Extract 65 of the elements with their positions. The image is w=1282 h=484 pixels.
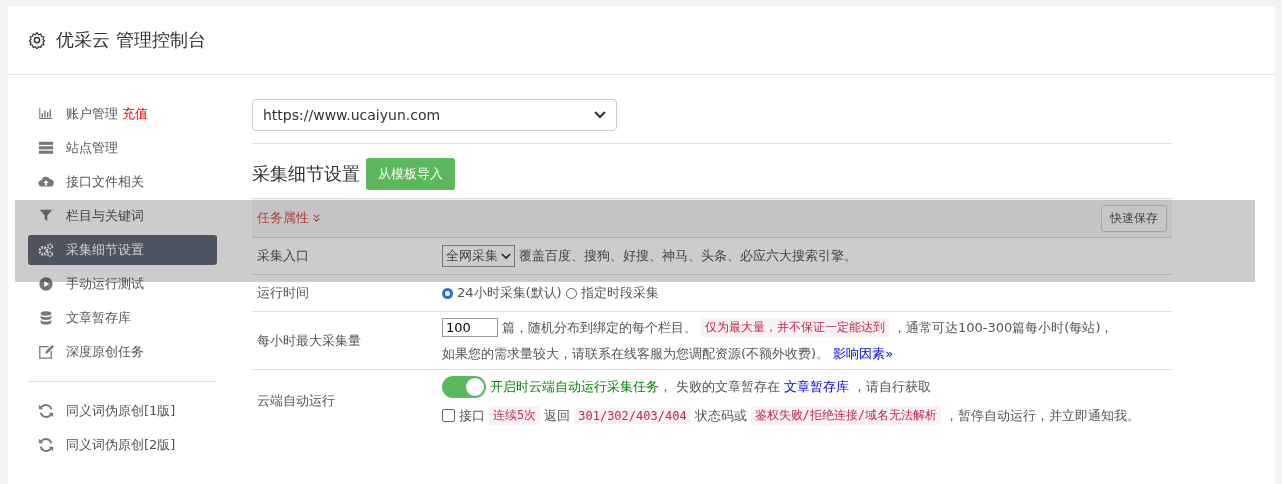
sidebar-item[interactable]: 同义词伪原创[2版] — [28, 430, 217, 460]
highlight-text: 仅为最大量，并不保证一定能达到 — [701, 318, 889, 337]
sidebar-item[interactable]: 栏目与关键词 — [28, 201, 217, 231]
sidebar-item[interactable]: 站点管理 — [28, 133, 217, 163]
database-icon — [38, 310, 54, 326]
sidebar-item[interactable]: 账户管理 充值 — [28, 99, 217, 129]
radio-label: 指定时段采集 — [580, 284, 659, 302]
section-title: 采集细节设置 — [252, 162, 360, 186]
help-text: 返回 — [544, 406, 571, 425]
refresh-icon — [38, 437, 54, 453]
help-text: ，暂停自动运行，并立即通知我。 — [945, 406, 1141, 425]
site-select[interactable]: https://www.ucaiyun.com — [252, 99, 617, 131]
checkbox[interactable] — [442, 409, 455, 422]
help-text: ，请自行获取 — [853, 378, 931, 396]
highlight-text: 301/302/403/404 — [574, 407, 691, 424]
help-text: 篇，随机分布到绑定的每个栏目。 — [502, 318, 697, 337]
help-text: ，通常可达100-300篇每小时(每站)， — [893, 318, 1114, 337]
field-label: 云端自动运行 — [256, 391, 336, 410]
settings-icon — [28, 31, 46, 49]
highlight-text: 连续5次 — [489, 406, 541, 425]
item-label: 账户管理 — [66, 105, 118, 123]
sidebar-item[interactable]: 深度原创任务 — [28, 337, 217, 367]
play-icon — [38, 276, 54, 292]
sidebar-item[interactable]: 同义词伪原创[1版] — [28, 396, 217, 426]
count-input[interactable]: 100 — [442, 318, 498, 337]
gears-icon — [38, 242, 54, 258]
item-label: 文章暂存库 — [66, 309, 131, 327]
help-text: 覆盖百度、搜狗、好搜、神马、头条、必应六大搜索引擎。 — [519, 247, 857, 265]
entry-select[interactable]: 全网采集 — [442, 245, 515, 267]
highlight-text: 鉴权失败/拒绝连接/域名无法解析 — [750, 406, 942, 425]
item-label: 同义词伪原创[2版] — [66, 436, 176, 454]
help-text: 状态码或 — [694, 406, 747, 425]
field-label: 运行时间 — [256, 284, 310, 302]
text-link[interactable]: 影响因素» — [833, 345, 894, 363]
edit-icon — [38, 344, 54, 360]
item-label: 接口文件相关 — [66, 173, 144, 191]
checkbox-label: 接口 — [459, 406, 485, 425]
radio-label: 24小时采集(默认) — [457, 284, 562, 302]
sidebar-item[interactable]: 接口文件相关 — [28, 167, 217, 197]
item-label: 手动运行测试 — [66, 275, 144, 293]
item-label: 站点管理 — [66, 139, 118, 157]
console-title: 优采云 管理控制台 — [56, 28, 206, 52]
radio-button[interactable] — [442, 287, 453, 299]
item-label: 栏目与关键词 — [66, 207, 144, 225]
field-label: 每小时最大采集量 — [256, 331, 362, 350]
sidebar-item[interactable]: 采集细节设置 — [28, 235, 217, 265]
refresh-icon — [38, 403, 54, 419]
sidebar-item[interactable]: 文章暂存库 — [28, 303, 217, 333]
help-text: 开启时云端自动运行采集任务， — [490, 378, 672, 396]
server-icon — [38, 140, 54, 156]
help-text: 失败的文章暂存在 — [676, 378, 780, 396]
help-text: 如果您的需求量较大，请联系在线客服为您调配资源(不额外收费)。 — [442, 345, 830, 363]
caret-icon — [594, 111, 606, 119]
item-label: 同义词伪原创[1版] — [66, 402, 176, 420]
text-link[interactable]: 文章暂存库 — [784, 378, 849, 396]
chevron-down-icon — [312, 213, 321, 223]
quick-save-button[interactable]: 快速保存 — [1101, 204, 1167, 232]
caret-icon — [501, 252, 511, 260]
field-label: 采集入口 — [256, 247, 310, 265]
sidebar-item[interactable]: 手动运行测试 — [28, 269, 217, 299]
recharge-link[interactable]: 充值 — [122, 105, 148, 123]
item-label: 采集细节设置 — [66, 241, 144, 259]
item-label: 深度原创任务 — [66, 343, 144, 361]
toggle-switch[interactable] — [442, 376, 486, 398]
bar-chart-icon — [38, 106, 54, 122]
